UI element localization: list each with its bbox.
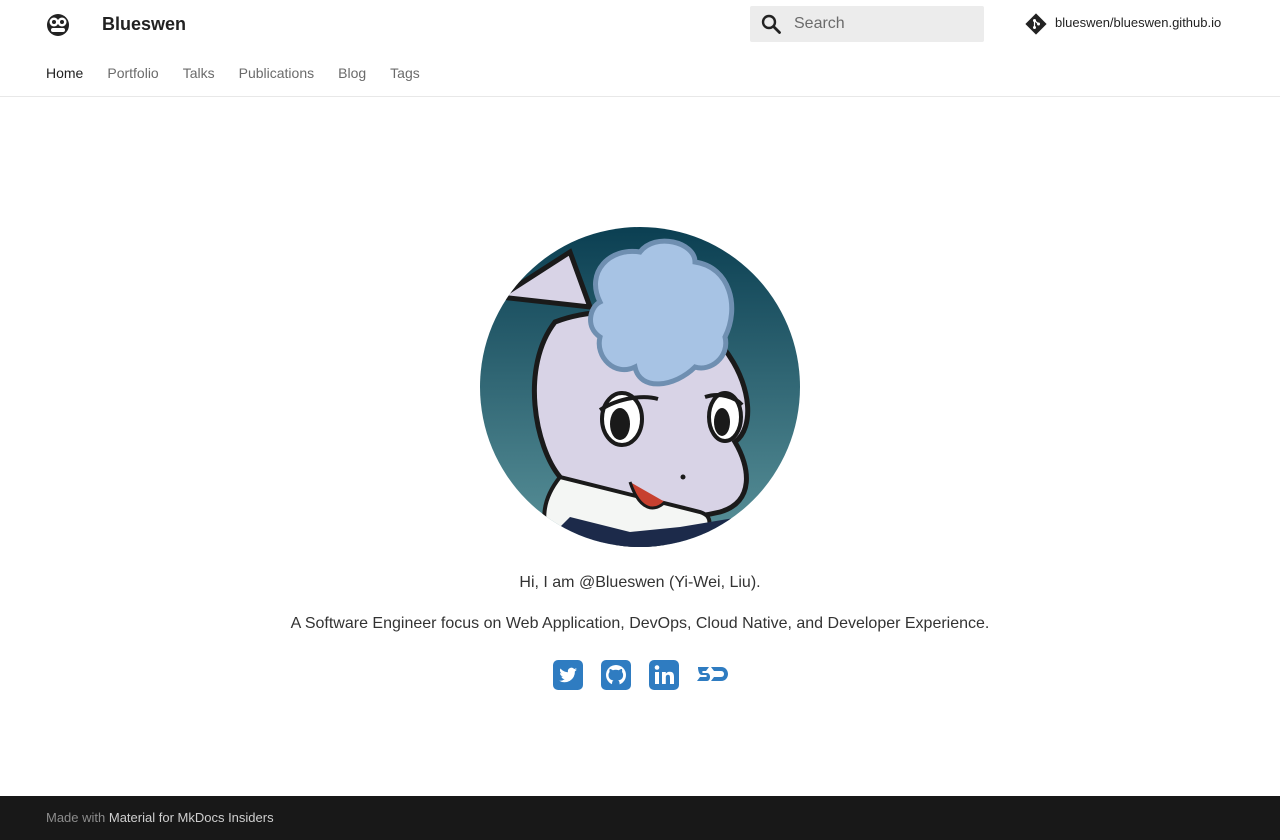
linkedin-icon[interactable] [648, 659, 680, 691]
intro-greeting: Hi, I am @Blueswen (Yi-Wei, Liu). [519, 574, 761, 591]
tab-publications[interactable]: Publications [239, 65, 315, 81]
tab-tags[interactable]: Tags [390, 65, 420, 81]
tab-home[interactable]: Home [46, 65, 83, 81]
made-with-text: Made with Material for MkDocs Insiders [46, 810, 274, 825]
footer: Made with Material for MkDocs Insiders [0, 796, 1280, 840]
git-icon [1024, 12, 1048, 36]
repo-name: blueswen/blueswen.github.io [1055, 15, 1222, 30]
made-with-link[interactable]: Material for MkDocs Insiders [109, 810, 274, 825]
tab-blog[interactable]: Blog [338, 65, 366, 81]
github-icon[interactable] [600, 659, 632, 691]
site-title[interactable]: Blueswen [102, 13, 186, 35]
made-with-prefix: Made with [46, 810, 106, 825]
search-box[interactable] [750, 6, 984, 42]
tab-portfolio[interactable]: Portfolio [107, 65, 158, 81]
nav-tabs: Home Portfolio Talks Publications Blog Tags [46, 65, 444, 83]
tab-talks[interactable]: Talks [183, 65, 215, 81]
sessionize-icon[interactable] [696, 659, 728, 691]
site-logo-icon[interactable] [44, 11, 72, 39]
social-links [552, 659, 732, 691]
intro-description: A Software Engineer focus on Web Applica… [290, 615, 990, 632]
twitter-icon[interactable] [552, 659, 584, 691]
search-icon [761, 14, 781, 34]
header: Blueswen blueswen/blueswen.github.io Hom… [0, 0, 1280, 97]
avatar [480, 227, 800, 547]
search-input[interactable] [794, 6, 974, 42]
